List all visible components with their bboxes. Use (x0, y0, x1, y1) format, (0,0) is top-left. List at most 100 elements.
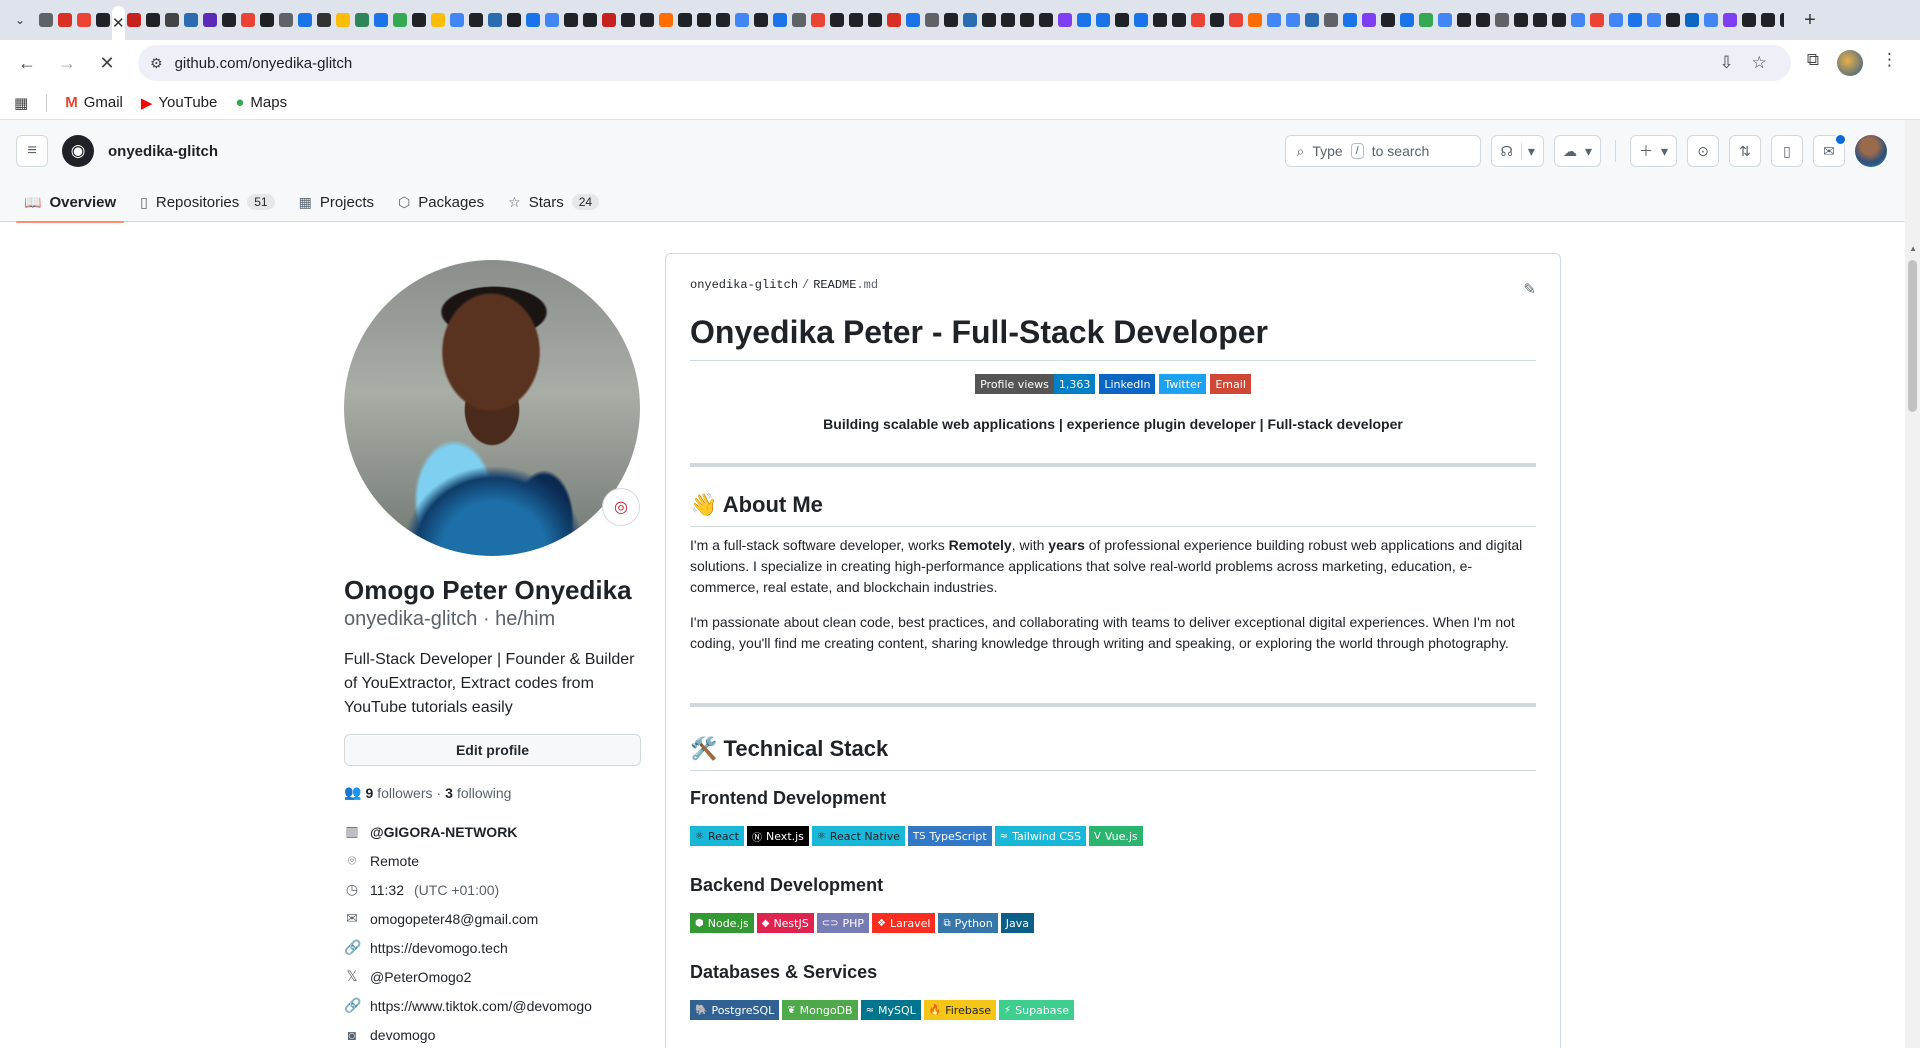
tech-badge-mongodb[interactable]: ❦ MongoDB (782, 1000, 858, 1020)
browser-tab[interactable] (771, 6, 790, 34)
browser-tab[interactable] (809, 6, 828, 34)
profile-avatar[interactable] (344, 260, 640, 556)
bookmark-youtube[interactable]: ▶ YouTube (141, 94, 218, 112)
copilot-button[interactable]: ☊ ▾ (1491, 135, 1544, 167)
browser-tab[interactable] (733, 6, 752, 34)
browser-tab[interactable] (790, 6, 809, 34)
browser-tab[interactable] (1094, 6, 1113, 34)
browser-tab[interactable] (1132, 6, 1151, 34)
tab-projects[interactable]: ▦ Projects (291, 182, 382, 222)
stop-loading-icon[interactable]: ✕ (90, 46, 124, 80)
github-logo-icon[interactable]: ◉ (62, 135, 94, 167)
scroll-up-arrow-icon[interactable]: ▲ (1909, 244, 1917, 253)
browser-tab[interactable] (657, 6, 676, 34)
browser-tab[interactable] (1189, 6, 1208, 34)
user-avatar[interactable] (1855, 135, 1887, 167)
tech-badge-postgresql[interactable]: 🐘 PostgreSQL (690, 1000, 780, 1020)
browser-tab[interactable] (315, 6, 334, 34)
browser-tab[interactable] (93, 6, 112, 34)
browser-tab[interactable] (1607, 6, 1626, 34)
browser-tab[interactable] (182, 6, 201, 34)
browser-tab[interactable] (1227, 6, 1246, 34)
install-app-icon[interactable]: ⇩ (1719, 53, 1733, 73)
browser-tab[interactable] (505, 6, 524, 34)
browser-tab[interactable] (961, 6, 980, 34)
browser-tab[interactable] (980, 6, 999, 34)
browser-tab[interactable] (695, 6, 714, 34)
tech-badge-typescript[interactable]: TS TypeScript (908, 826, 992, 846)
header-username[interactable]: onyedika-glitch (108, 143, 218, 160)
new-tab-button[interactable]: + (1796, 6, 1824, 34)
browser-tab[interactable] (163, 6, 182, 34)
browser-tab[interactable] (904, 6, 923, 34)
tab-repositories[interactable]: ▯ Repositories 51 (132, 182, 282, 222)
readme-path-file[interactable]: README (813, 278, 856, 292)
browser-tab[interactable] (1322, 6, 1341, 34)
browser-tab[interactable] (220, 6, 239, 34)
active-browser-tab[interactable]: ✕ (112, 6, 125, 40)
browser-tab[interactable] (1531, 6, 1550, 34)
browser-tab[interactable] (1702, 6, 1721, 34)
browser-tab[interactable] (1360, 6, 1379, 34)
tab-search-icon[interactable]: ⌄ (6, 6, 34, 34)
profile-detail-org[interactable]: ▥ @GIGORA-NETWORK (344, 817, 641, 846)
browser-tab[interactable] (1550, 6, 1569, 34)
readme-path-user[interactable]: onyedika-glitch (690, 278, 798, 292)
tech-badge-mysql[interactable]: ≈ MySQL (860, 1000, 921, 1020)
browser-tab[interactable] (885, 6, 904, 34)
badge-linkedin[interactable]: LinkedIn (1099, 374, 1156, 394)
tech-badge-python[interactable]: ⧉ Python (938, 913, 998, 933)
profile-detail-x[interactable]: 𝕏 @PeterOmogo2 (344, 962, 641, 991)
browser-tab[interactable] (1626, 6, 1645, 34)
browser-tab[interactable] (1455, 6, 1474, 34)
tech-badge-supabase[interactable]: ⚡ Supabase (999, 1000, 1075, 1020)
browser-tab[interactable] (1512, 6, 1531, 34)
browser-tab[interactable] (581, 6, 600, 34)
extensions-icon[interactable]: ⧉ (1807, 50, 1819, 76)
browser-tab[interactable] (752, 6, 771, 34)
tech-badge-vue-js[interactable]: V Vue.js (1088, 826, 1143, 846)
browser-tab[interactable] (144, 6, 163, 34)
browser-tab[interactable] (1778, 6, 1784, 34)
browser-tab[interactable] (543, 6, 562, 34)
browser-tab[interactable] (125, 6, 144, 34)
profile-detail-website[interactable]: 🔗 https://devomogo.tech (344, 933, 641, 962)
close-tab-icon[interactable]: ✕ (112, 14, 125, 32)
pencil-icon[interactable]: ✎ (1523, 280, 1536, 298)
browser-tab[interactable] (524, 6, 543, 34)
browser-tab[interactable] (410, 6, 429, 34)
browser-tab[interactable] (1759, 6, 1778, 34)
browser-tab[interactable] (486, 6, 505, 34)
browser-tab[interactable] (391, 6, 410, 34)
tab-overview[interactable]: 📖 Overview (16, 182, 125, 223)
badge-email[interactable]: Email (1210, 374, 1251, 394)
status-target-icon[interactable]: ◎ (602, 488, 640, 526)
browser-tab[interactable] (1170, 6, 1189, 34)
copilot-cloud-button[interactable]: ☁ ▾ (1553, 135, 1601, 167)
browser-tab[interactable] (1493, 6, 1512, 34)
browser-tab[interactable] (353, 6, 372, 34)
profile-detail-tiktok[interactable]: 🔗 https://www.tiktok.com/@devomogo (344, 991, 641, 1020)
browser-tab[interactable] (1037, 6, 1056, 34)
browser-tab[interactable] (1664, 6, 1683, 34)
chevron-down-icon[interactable]: ▾ (1520, 142, 1535, 160)
browser-tab[interactable] (448, 6, 467, 34)
browser-tab[interactable] (296, 6, 315, 34)
browser-tab[interactable] (429, 6, 448, 34)
tech-badge-react[interactable]: ⚛ React (690, 826, 744, 846)
site-info-icon[interactable]: ⚙ (150, 55, 163, 72)
badge-profile-views[interactable]: Profile views 1,363 (975, 374, 1096, 394)
browser-tab[interactable] (1436, 6, 1455, 34)
browser-tab[interactable] (1284, 6, 1303, 34)
tech-badge-next-js[interactable]: Ⓝ Next.js (747, 826, 809, 846)
browser-tab[interactable] (1075, 6, 1094, 34)
browser-tab[interactable] (619, 6, 638, 34)
hamburger-menu-icon[interactable]: ≡ (16, 135, 48, 167)
browser-tab[interactable] (372, 6, 391, 34)
browser-tab[interactable] (1417, 6, 1436, 34)
browser-tab[interactable] (923, 6, 942, 34)
browser-tab[interactable] (1569, 6, 1588, 34)
browser-tab[interactable] (36, 6, 55, 34)
browser-tab[interactable] (600, 6, 619, 34)
browser-tab[interactable] (562, 6, 581, 34)
